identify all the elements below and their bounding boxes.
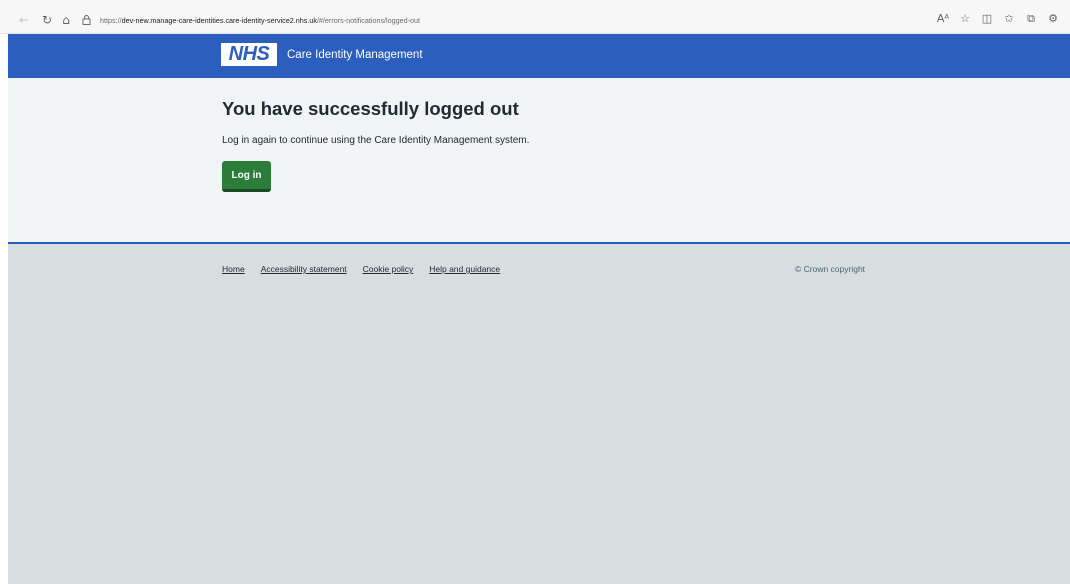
service-name[interactable]: Care Identity Management xyxy=(287,49,423,61)
collections-icon[interactable]: ⧉ xyxy=(1020,12,1042,26)
favorites-icon[interactable]: ✩ xyxy=(998,12,1020,26)
url-prefix: https:// xyxy=(100,15,122,25)
left-margin xyxy=(0,34,8,584)
extensions-icon[interactable]: ⚙ xyxy=(1042,12,1064,26)
url-path: /#/errors-notifications/logged-out xyxy=(316,15,421,25)
nhs-logo[interactable]: NHS xyxy=(221,43,277,66)
back-arrow-icon[interactable]: ← xyxy=(17,13,31,27)
page-body-text: Log in again to continue using the Care … xyxy=(222,135,530,146)
split-screen-icon[interactable]: ◫ xyxy=(976,12,998,26)
nhs-logo-text: NHS xyxy=(228,43,270,65)
read-aloud-icon[interactable]: Aᴬ xyxy=(932,12,954,26)
toolbar-icons: Aᴬ ☆ ◫ ✩ ⧉ ⚙ xyxy=(932,12,1064,26)
nhs-header: NHS Care Identity Management xyxy=(8,34,1070,78)
footer-link-help[interactable]: Help and guidance xyxy=(429,264,500,274)
copyright-text: © Crown copyright xyxy=(795,264,866,274)
login-button[interactable]: Log in xyxy=(222,161,271,192)
browser-toolbar: ← ↻ ⌂ https://dev-new.manage-care-identi… xyxy=(0,0,1070,34)
url-host: dev-new.manage-care-identities.care-iden… xyxy=(121,15,317,25)
header-brand[interactable]: NHS Care Identity Management xyxy=(221,43,423,66)
main-content: You have successfully logged out Log in … xyxy=(8,78,1070,242)
footer-links: Home Accessibility statement Cookie poli… xyxy=(222,264,516,274)
footer-link-accessibility[interactable]: Accessibility statement xyxy=(261,264,347,274)
favorite-star-icon[interactable]: ☆ xyxy=(954,12,976,26)
page-title: You have successfully logged out xyxy=(222,98,519,119)
footer: Home Accessibility statement Cookie poli… xyxy=(8,244,1070,584)
footer-link-home[interactable]: Home xyxy=(222,264,245,274)
home-icon[interactable]: ⌂ xyxy=(59,13,73,27)
footer-link-cookie-policy[interactable]: Cookie policy xyxy=(363,264,414,274)
reload-icon[interactable]: ↻ xyxy=(40,13,54,27)
lock-icon[interactable] xyxy=(82,15,92,25)
address-bar[interactable]: https://dev-new.manage-care-identities.c… xyxy=(82,11,722,29)
url-text: https://dev-new.manage-care-identities.c… xyxy=(100,16,420,25)
